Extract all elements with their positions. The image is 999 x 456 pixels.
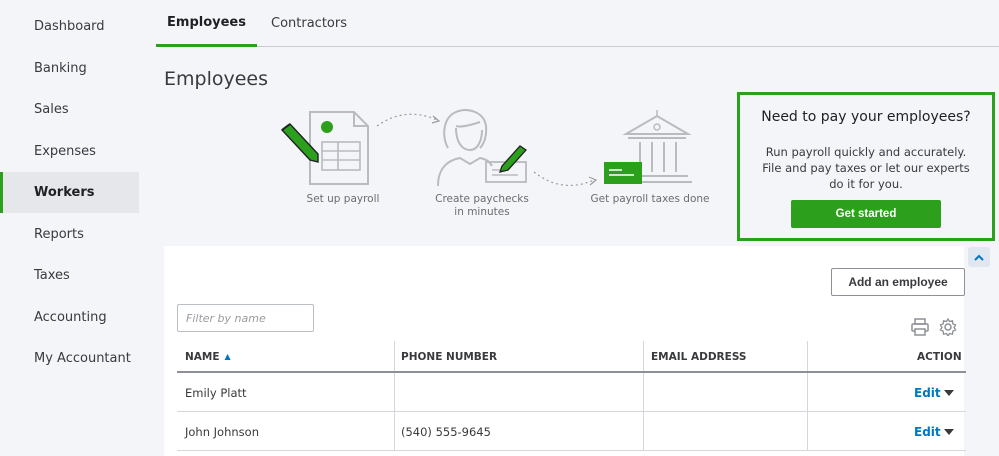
tab-contractors[interactable]: Contractors	[263, 0, 355, 47]
row-divider	[177, 411, 966, 412]
employee-name[interactable]: Emily Platt	[185, 373, 247, 412]
sidebar-item-reports[interactable]: Reports	[0, 214, 139, 255]
column-divider	[394, 341, 395, 450]
chevron-down-icon[interactable]	[944, 390, 954, 396]
get-started-button[interactable]: Get started	[791, 200, 941, 228]
edit-link[interactable]: Edit	[914, 373, 941, 412]
tab-employees[interactable]: Employees	[156, 0, 257, 47]
setup-payroll-illustration	[280, 111, 369, 185]
gear-icon[interactable]	[938, 318, 958, 336]
chevron-up-icon	[974, 254, 984, 261]
column-divider	[807, 341, 808, 450]
employee-name[interactable]: John Johnson	[185, 412, 259, 451]
add-employee-button[interactable]: Add an employee	[831, 268, 965, 296]
row-divider	[177, 450, 966, 451]
sidebar-item-expenses[interactable]: Expenses	[0, 131, 139, 172]
employee-phone: (540) 555-9645	[401, 424, 491, 439]
sidebar-item-accounting[interactable]: Accounting	[0, 297, 139, 338]
step-setup-label: Set up payroll	[306, 193, 380, 205]
chevron-down-icon[interactable]	[944, 429, 954, 435]
scroll-to-top-button[interactable]	[968, 247, 990, 267]
sidebar: Dashboard Banking Sales Expenses Workers…	[0, 0, 139, 456]
sidebar-item-workers[interactable]: Workers	[0, 172, 139, 213]
promo-description: Run payroll quickly and accurately. File…	[762, 145, 970, 191]
edit-link[interactable]: Edit	[914, 412, 941, 451]
payroll-taxes-illustration	[604, 110, 692, 184]
column-divider	[643, 341, 644, 450]
arrow-icon	[533, 171, 598, 186]
arrow-icon	[376, 113, 441, 127]
sidebar-item-dashboard[interactable]: Dashboard	[0, 6, 139, 47]
print-icon[interactable]	[910, 318, 930, 336]
column-header-action: ACTION	[917, 350, 962, 363]
column-header-phone: PHONE NUMBER	[401, 350, 498, 363]
header-divider	[177, 371, 966, 373]
promo-title: Need to pay your employees?	[761, 109, 971, 125]
step-paychecks-label: Create paychecks in minutes	[435, 193, 529, 218]
employee-table: NAME ▲ PHONE NUMBER EMAIL ADDRESS ACTION…	[177, 341, 966, 456]
filter-by-name-input[interactable]	[177, 304, 314, 332]
sidebar-item-sales[interactable]: Sales	[0, 89, 139, 130]
column-header-email: EMAIL ADDRESS	[651, 350, 747, 363]
sort-ascending-icon: ▲	[224, 352, 231, 361]
page-title: Employees	[164, 68, 268, 90]
sidebar-item-banking[interactable]: Banking	[0, 48, 139, 89]
tab-bar: Employees Contractors	[156, 0, 999, 47]
payroll-promo-box: Need to pay your employees? Run payroll …	[737, 92, 995, 241]
sidebar-item-taxes[interactable]: Taxes	[0, 255, 139, 296]
sidebar-item-my-accountant[interactable]: My Accountant	[0, 338, 139, 379]
step-taxes-label: Get payroll taxes done	[590, 193, 710, 205]
column-header-name[interactable]: NAME ▲	[185, 341, 231, 372]
create-paychecks-illustration	[437, 109, 527, 187]
